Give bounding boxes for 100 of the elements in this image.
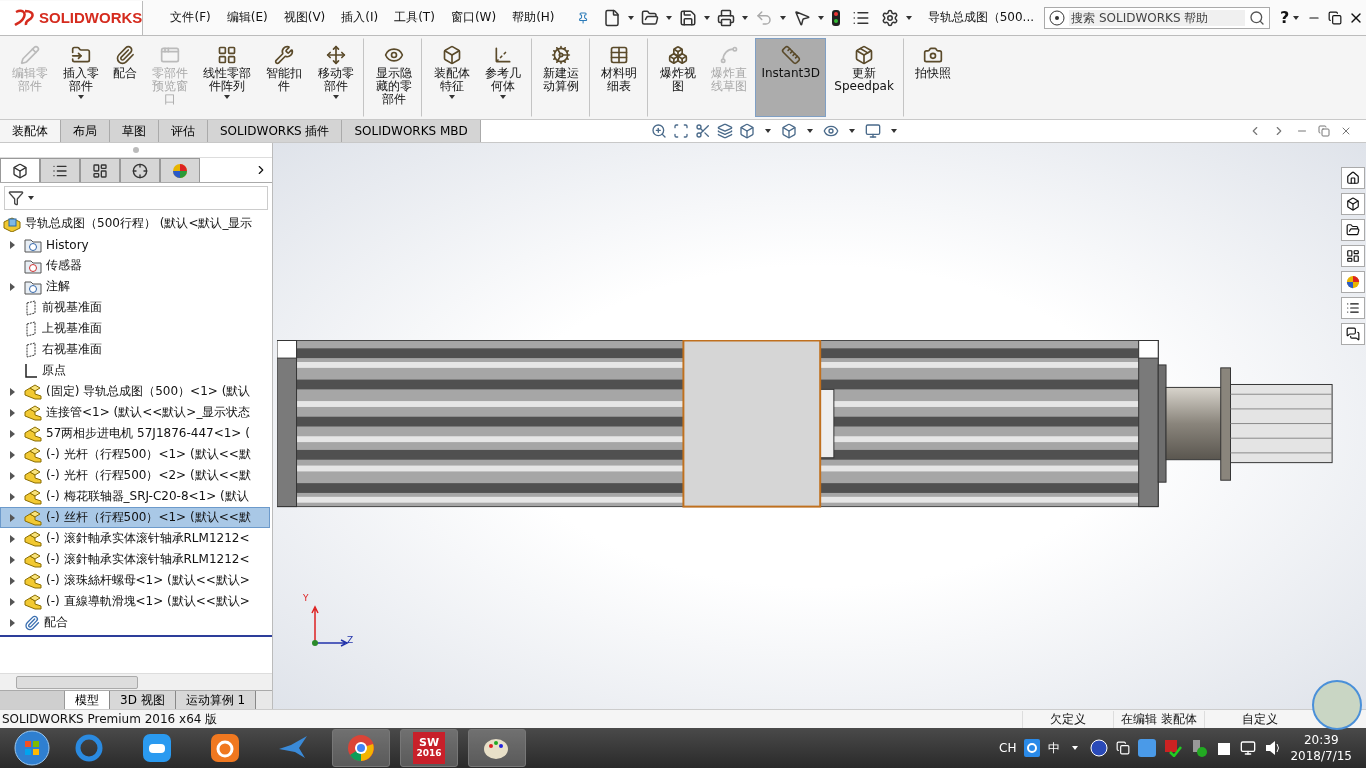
ribbon-button[interactable]: 新建运动算例 [536, 38, 590, 117]
ribbon-button[interactable]: 移动零部件 [310, 38, 365, 117]
save-icon[interactable] [678, 8, 697, 27]
section-view-icon[interactable] [694, 123, 711, 139]
start-button[interactable] [14, 730, 50, 766]
menu-item[interactable]: 窗口(W) [442, 9, 505, 26]
layers-icon[interactable] [716, 123, 733, 139]
chrome-browser-icon[interactable] [332, 729, 390, 767]
language-indicator[interactable]: CH [999, 741, 1017, 755]
zoom-icon[interactable] [650, 123, 667, 139]
panel-tab[interactable] [120, 158, 160, 182]
expand-arrow-icon[interactable] [10, 576, 15, 585]
ribbon-button[interactable]: 插入零部件 [56, 38, 106, 117]
tree-item[interactable]: (-) 丝杆（行程500）<1> (默认<<默 [0, 507, 270, 528]
caret-icon[interactable] [1293, 15, 1300, 20]
restore-icon[interactable] [1327, 10, 1342, 25]
clock-date[interactable]: 2018/7/15 [1290, 748, 1352, 764]
palette-icon[interactable] [468, 729, 526, 767]
caret-icon[interactable] [703, 15, 710, 20]
caret-icon[interactable] [448, 95, 455, 99]
caret-icon[interactable] [224, 95, 231, 99]
ribbon-button[interactable]: 爆炸视图 [653, 38, 703, 117]
list-icon[interactable] [1341, 297, 1365, 319]
ribbon-button[interactable]: 线性零部件阵列 [196, 38, 258, 117]
command-tab[interactable]: 装配体 [0, 120, 61, 142]
expand-arrow-icon[interactable] [10, 597, 15, 606]
expand-arrow-icon[interactable] [10, 429, 15, 438]
search-field[interactable]: 搜索 SOLIDWORKS 帮助 [1044, 6, 1271, 29]
chat-icon[interactable] [1341, 323, 1365, 345]
windows-icon[interactable] [1116, 741, 1131, 755]
tree-item[interactable]: 上视基准面 [0, 318, 270, 339]
caret-icon[interactable] [741, 15, 748, 20]
taskbar-app[interactable]: SW 2016 [400, 729, 458, 767]
printer-icon[interactable] [716, 8, 735, 27]
menu-item[interactable]: 编辑(E) [218, 9, 276, 26]
monitor-icon[interactable] [864, 123, 881, 139]
expand-arrow-icon[interactable] [10, 534, 15, 543]
caret-icon[interactable] [332, 95, 339, 99]
ribbon-button[interactable]: 拍快照 [909, 38, 958, 117]
check-shield-icon[interactable] [1164, 739, 1183, 757]
command-tab[interactable]: 布局 [61, 120, 110, 142]
caret-icon[interactable] [817, 15, 824, 20]
splitter-handle[interactable] [133, 147, 139, 153]
command-tab[interactable]: 草图 [110, 120, 159, 142]
ribbon-button[interactable]: Instant3D [755, 38, 827, 117]
horizontal-scrollbar[interactable] [0, 673, 272, 690]
panel-tab[interactable] [0, 158, 40, 182]
ribbon-button[interactable]: 显示隐藏的零部件 [369, 38, 423, 117]
command-tab[interactable]: SOLIDWORKS 插件 [208, 120, 343, 142]
expand-arrow-icon[interactable] [10, 240, 15, 249]
tree-item[interactable]: 传感器 [0, 255, 270, 276]
filter-field[interactable] [4, 186, 268, 210]
ribbon-button[interactable]: 配合 [107, 38, 144, 117]
tree-item[interactable]: History [0, 234, 270, 255]
tree-item[interactable]: (-) 光杆（行程500）<1> (默认<<默 [0, 444, 270, 465]
search-icon[interactable] [1249, 9, 1266, 26]
ime-indicator[interactable]: 中 [1048, 739, 1061, 757]
pointer-icon[interactable] [792, 8, 811, 27]
tree-item[interactable]: 配合 [0, 612, 270, 633]
ribbon-button[interactable]: 智能扣件 [259, 38, 309, 117]
traffic-light-icon[interactable] [830, 8, 841, 27]
expand-arrow-icon[interactable] [10, 282, 15, 291]
open-folder-icon[interactable] [640, 8, 659, 27]
caret-icon[interactable] [905, 15, 912, 20]
tree-item[interactable]: 右视基准面 [0, 339, 270, 360]
view-orientation-icon[interactable] [780, 123, 797, 139]
caret-icon[interactable] [806, 129, 813, 133]
caret-icon[interactable] [848, 129, 855, 133]
tree-item[interactable]: 注解 [0, 276, 270, 297]
tree-item[interactable]: 57两相步进电机 57J1876-447<1> ( [0, 423, 270, 444]
tree-item[interactable]: (-) 直線導軌滑塊<1> (默认<<默认> [0, 591, 270, 612]
menu-item[interactable]: 视图(V) [275, 9, 334, 26]
network-icon[interactable] [1240, 740, 1257, 756]
tree-item[interactable]: (-) 梅花联轴器_SRJ-C20-8<1> (默认 [0, 486, 270, 507]
eye-icon[interactable] [822, 123, 839, 139]
ribbon-button[interactable]: 装配体特征 [427, 38, 477, 117]
caret-icon[interactable] [764, 129, 771, 133]
color-wheel-icon[interactable] [1341, 271, 1365, 293]
tree-item[interactable]: (-) 滚針軸承实体滚针轴承RLM1212< [0, 549, 270, 570]
caret-icon[interactable] [779, 15, 786, 20]
tree-item[interactable]: 原点 [0, 360, 270, 381]
tree-item[interactable]: (-) 滚針軸承实体滚针轴承RLM1212< [0, 528, 270, 549]
home-icon[interactable] [1341, 167, 1365, 189]
help-button[interactable]: ? [1280, 8, 1290, 27]
new-document-icon[interactable] [602, 8, 621, 27]
menu-item[interactable]: 文件(F) [162, 9, 219, 26]
tree-item[interactable]: (固定) 导轨总成图（500）<1> (默认 [0, 381, 270, 402]
caret-icon[interactable] [77, 95, 84, 99]
tree-item[interactable]: 导轨总成图（500行程） (默认<默认_显示 [0, 213, 270, 234]
tree-item[interactable]: 连接管<1> (默认<<默认>_显示状态 [0, 402, 270, 423]
caret-icon[interactable] [890, 129, 897, 133]
command-tab[interactable]: 评估 [159, 120, 208, 142]
zoom-area-icon[interactable] [672, 123, 689, 139]
cube-icon[interactable] [1341, 193, 1365, 215]
tree-item[interactable]: 前视基准面 [0, 297, 270, 318]
dashboard-icon[interactable] [1341, 245, 1365, 267]
expand-arrow-icon[interactable] [10, 492, 15, 501]
expand-arrow-icon[interactable] [10, 471, 15, 480]
pin-icon[interactable] [576, 10, 589, 25]
caret-icon[interactable] [500, 95, 507, 99]
